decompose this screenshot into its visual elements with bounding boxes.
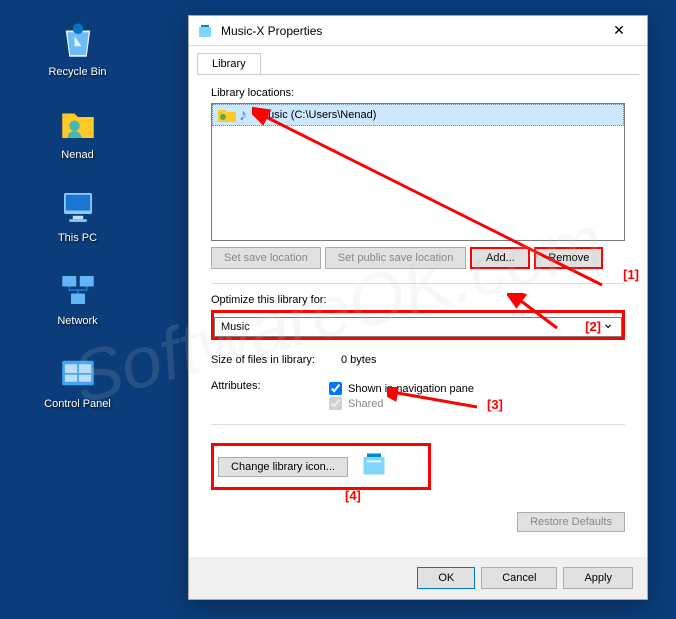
desktop-icon-label: Network [57, 315, 97, 327]
titlebar: Music-X Properties ✕ [189, 16, 647, 46]
library-locations-listbox[interactable]: ♪ Music (C:\Users\Nenad) [211, 103, 625, 241]
close-button[interactable]: ✕ [599, 17, 639, 45]
location-item[interactable]: ♪ Music (C:\Users\Nenad) [212, 104, 624, 126]
checkbox-shared: Shared [329, 397, 474, 410]
desktop-icon-label: Recycle Bin [48, 66, 106, 78]
library-icon [197, 23, 213, 39]
desktop-icon-control-panel[interactable]: Control Panel [40, 352, 115, 410]
dialog-title: Music-X Properties [221, 24, 599, 38]
restore-defaults-button[interactable]: Restore Defaults [517, 512, 625, 532]
size-label: Size of files in library: [211, 354, 329, 366]
recycle-bin-icon [57, 20, 99, 62]
desktop-icon-user[interactable]: Nenad [40, 103, 115, 161]
annotation-4: [4] [345, 488, 361, 503]
dialog-body: Library locations: ♪ Music (C:\Users\Nen… [197, 74, 639, 554]
library-locations-label: Library locations: [211, 87, 625, 99]
folder-music-icon [217, 107, 237, 123]
desktop-icon-label: Nenad [61, 149, 93, 161]
location-buttons-row: Set save location Set public save locati… [211, 247, 625, 269]
set-public-save-button[interactable]: Set public save location [325, 247, 467, 269]
size-row: Size of files in library: 0 bytes [211, 354, 625, 366]
tab-strip: Library [189, 46, 647, 74]
location-path: Music (C:\Users\Nenad) [259, 109, 376, 121]
apply-button[interactable]: Apply [563, 567, 633, 589]
remove-button[interactable]: Remove [534, 247, 603, 269]
size-value: 0 bytes [341, 354, 376, 366]
desktop-icon-this-pc[interactable]: This PC [40, 186, 115, 244]
shared-label: Shared [348, 398, 383, 410]
this-pc-icon [57, 186, 99, 228]
annotation-1: [1] [623, 267, 639, 282]
nav-pane-checkbox[interactable] [329, 382, 342, 395]
restore-row: Restore Defaults [211, 512, 625, 532]
separator [211, 283, 625, 284]
separator [211, 424, 625, 425]
tab-library[interactable]: Library [197, 53, 261, 75]
desktop-icons-container: Recycle Bin Nenad This PC Network Contro… [40, 20, 115, 410]
optimize-dropdown-wrap: Music [211, 310, 625, 340]
change-icon-section: Change library icon... [211, 443, 431, 490]
control-panel-icon [57, 352, 99, 394]
checkbox-nav-pane: Shown in navigation pane [329, 382, 474, 395]
library-preview-icon [360, 450, 388, 483]
attributes-label: Attributes: [211, 380, 329, 392]
music-note-icon: ♪ [239, 107, 255, 123]
ok-button[interactable]: OK [417, 567, 475, 589]
user-folder-icon [57, 103, 99, 145]
desktop-icon-network[interactable]: Network [40, 269, 115, 327]
properties-dialog: Music-X Properties ✕ Library Library loc… [188, 15, 648, 600]
dialog-footer: OK Cancel Apply [189, 557, 647, 599]
shared-checkbox [329, 397, 342, 410]
desktop-icon-recycle-bin[interactable]: Recycle Bin [40, 20, 115, 78]
annotation-3: [3] [487, 397, 503, 412]
annotation-2: [2] [585, 319, 601, 334]
optimize-dropdown[interactable]: Music [214, 317, 622, 337]
change-library-icon-button[interactable]: Change library icon... [218, 457, 348, 477]
set-save-location-button[interactable]: Set save location [211, 247, 321, 269]
attributes-row: Attributes: Shown in navigation pane Sha… [211, 380, 625, 410]
add-button[interactable]: Add... [470, 247, 530, 269]
desktop-icon-label: Control Panel [44, 398, 111, 410]
optimize-label: Optimize this library for: [211, 294, 625, 306]
cancel-button[interactable]: Cancel [481, 567, 557, 589]
desktop-icon-label: This PC [58, 232, 97, 244]
network-icon [57, 269, 99, 311]
nav-pane-label: Shown in navigation pane [348, 383, 474, 395]
